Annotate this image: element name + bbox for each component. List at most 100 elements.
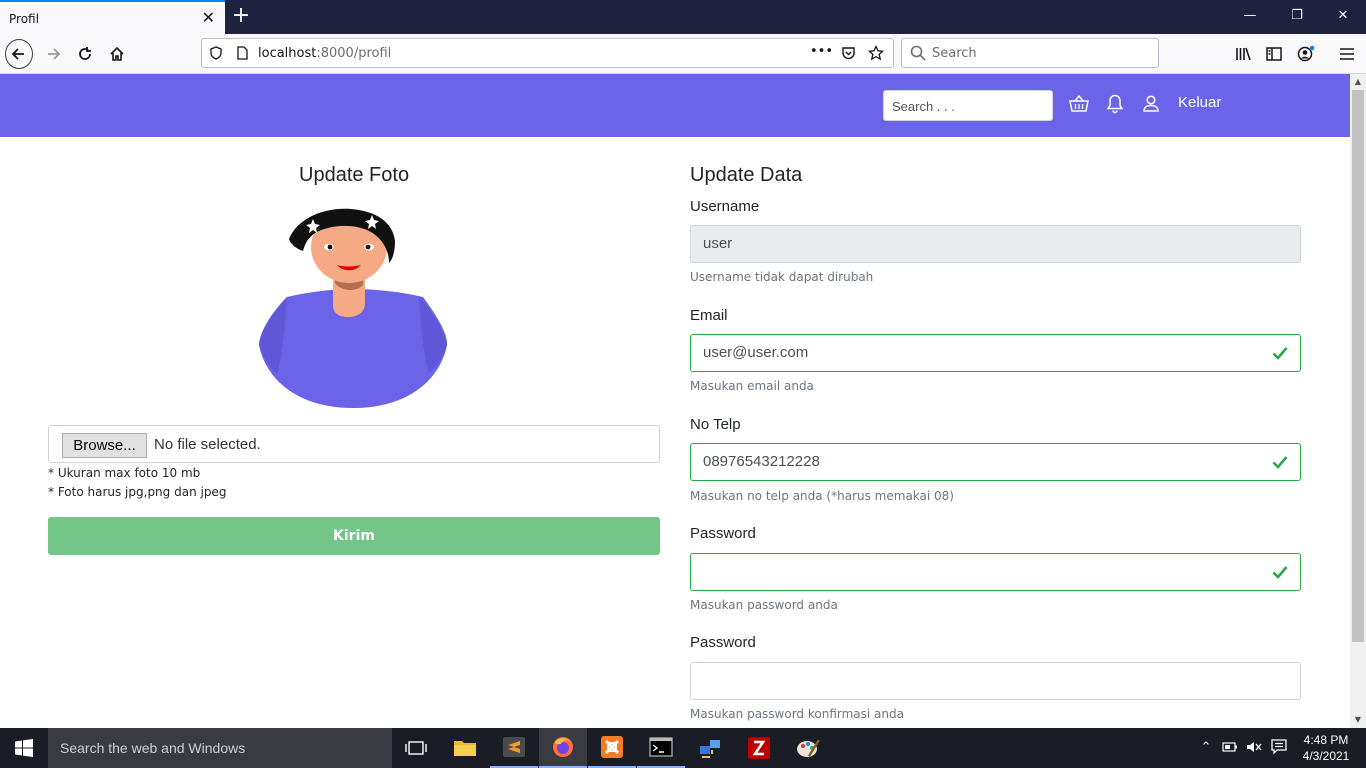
forward-button[interactable] bbox=[39, 40, 67, 68]
bell-icon[interactable] bbox=[1104, 93, 1126, 115]
firefox-icon bbox=[553, 737, 573, 757]
submit-photo-button[interactable]: Kirim bbox=[48, 517, 660, 555]
phone-value: 08976543212228 bbox=[703, 453, 820, 470]
page-actions-icon[interactable]: ••• bbox=[810, 44, 833, 59]
xampp-app[interactable] bbox=[588, 728, 636, 768]
tray-overflow-icon[interactable]: ⌃ bbox=[1197, 738, 1215, 756]
browser-nav-bar: localhost:8000/profil ••• Search bbox=[0, 34, 1366, 74]
back-button[interactable] bbox=[5, 39, 33, 69]
taskbar-search-box[interactable]: Search the web and Windows bbox=[48, 728, 392, 768]
tab-profil[interactable]: Profil ✕ bbox=[0, 0, 225, 34]
shield-icon[interactable] bbox=[209, 46, 223, 60]
terminal-icon bbox=[649, 737, 673, 757]
email-label: Email bbox=[690, 307, 728, 324]
username-input: user bbox=[690, 225, 1301, 263]
pocket-icon[interactable] bbox=[841, 46, 856, 61]
scroll-down-icon[interactable]: ▼ bbox=[1350, 712, 1366, 728]
home-button[interactable] bbox=[103, 40, 131, 68]
tab-title: Profil bbox=[9, 12, 39, 26]
reload-button[interactable] bbox=[71, 40, 99, 68]
paint-palette-icon bbox=[797, 739, 821, 757]
site-search-input[interactable]: Search . . . bbox=[883, 90, 1053, 121]
browse-button[interactable]: Browse... bbox=[62, 433, 147, 458]
task-view-button[interactable] bbox=[392, 728, 440, 768]
email-value: user@user.com bbox=[703, 344, 809, 361]
valid-check-icon bbox=[1272, 566, 1288, 579]
password-confirm-input[interactable] bbox=[690, 662, 1301, 700]
volume-muted-icon[interactable] bbox=[1245, 738, 1263, 756]
tab-close-icon[interactable]: ✕ bbox=[202, 8, 215, 28]
file-explorer-app[interactable] bbox=[441, 728, 489, 768]
sublime-text-app[interactable] bbox=[490, 728, 538, 768]
valid-check-icon bbox=[1272, 347, 1288, 360]
close-window-button[interactable]: ✕ bbox=[1333, 8, 1353, 24]
paint-app[interactable] bbox=[784, 728, 832, 768]
profile-avatar-image bbox=[259, 208, 448, 408]
network-app[interactable] bbox=[686, 728, 734, 768]
menu-button[interactable] bbox=[1333, 40, 1361, 68]
phone-label: No Telp bbox=[690, 416, 741, 433]
browser-tab-bar: Profil ✕ + — ❐ ✕ bbox=[0, 0, 1366, 34]
user-icon[interactable] bbox=[1140, 93, 1162, 115]
scrollbar-thumb[interactable] bbox=[1352, 90, 1364, 642]
sublime-text-icon bbox=[503, 737, 525, 757]
email-input[interactable]: user@user.com bbox=[690, 334, 1301, 372]
action-center-icon[interactable] bbox=[1270, 738, 1288, 756]
folder-icon bbox=[454, 741, 476, 756]
taskbar-clock[interactable]: 4:48 PM 4/3/2021 bbox=[1296, 732, 1356, 764]
bookmark-star-icon[interactable] bbox=[868, 45, 884, 61]
data-section-title: Update Data bbox=[690, 164, 803, 186]
windows-taskbar: Search the web and Windows ⌃ 4:48 PM 4/3… bbox=[0, 728, 1366, 768]
scroll-up-icon[interactable]: ▲ bbox=[1350, 74, 1366, 90]
firefox-app[interactable] bbox=[539, 728, 587, 768]
filezilla-icon bbox=[748, 737, 770, 759]
sidebar-button[interactable] bbox=[1260, 40, 1288, 68]
xampp-icon bbox=[601, 736, 623, 758]
address-bar[interactable]: localhost:8000/profil ••• bbox=[201, 38, 894, 68]
phone-input[interactable]: 08976543212228 bbox=[690, 443, 1301, 481]
photo-file-input[interactable]: Browse... No file selected. bbox=[48, 425, 660, 463]
clock-date: 4/3/2021 bbox=[1302, 749, 1350, 763]
valid-check-icon bbox=[1272, 456, 1288, 469]
taskbar-search-text: Search the web and Windows bbox=[60, 740, 246, 756]
logout-link[interactable]: Keluar bbox=[1178, 94, 1221, 111]
task-view-icon bbox=[405, 741, 427, 755]
email-help: Masukan email anda bbox=[690, 379, 814, 393]
battery-icon[interactable] bbox=[1221, 738, 1239, 756]
account-icon bbox=[1297, 45, 1315, 62]
photo-note-format: * Foto harus jpg,png dan jpeg bbox=[48, 485, 227, 499]
username-label: Username bbox=[690, 198, 760, 215]
page-icon bbox=[237, 46, 248, 60]
browser-search-box[interactable]: Search bbox=[901, 38, 1159, 68]
start-button[interactable] bbox=[0, 728, 48, 768]
photo-section-title: Update Foto bbox=[299, 164, 410, 186]
url-text[interactable]: localhost:8000/profil bbox=[258, 46, 391, 61]
filezilla-app[interactable] bbox=[735, 728, 783, 768]
clock-time: 4:48 PM bbox=[1303, 733, 1349, 747]
reload-icon bbox=[79, 47, 91, 60]
file-status-text: No file selected. bbox=[154, 436, 261, 453]
password-input[interactable] bbox=[690, 553, 1301, 591]
hamburger-menu-icon bbox=[1340, 48, 1354, 60]
phone-help: Masukan no telp anda (*harus memakai 08) bbox=[690, 489, 954, 503]
password-confirm-label: Password bbox=[690, 634, 756, 651]
password-label: Password bbox=[690, 525, 756, 542]
library-button[interactable] bbox=[1229, 40, 1257, 68]
browser-search-placeholder: Search bbox=[932, 46, 977, 61]
library-icon bbox=[1235, 47, 1251, 61]
search-icon bbox=[910, 45, 926, 61]
command-prompt-app[interactable] bbox=[637, 728, 685, 768]
account-button[interactable] bbox=[1292, 40, 1320, 68]
network-computers-icon bbox=[700, 740, 720, 758]
windows-logo-icon bbox=[15, 739, 33, 757]
back-arrow-icon bbox=[5, 39, 33, 69]
minimize-button[interactable]: — bbox=[1240, 8, 1260, 24]
site-header: Search . . . Keluar bbox=[0, 74, 1350, 137]
photo-note-size: * Ukuran max foto 10 mb bbox=[48, 466, 201, 480]
new-tab-button[interactable]: + bbox=[231, 3, 251, 29]
username-help: Username tidak dapat dirubah bbox=[690, 270, 874, 284]
restore-button[interactable]: ❐ bbox=[1287, 8, 1307, 24]
password-confirm-help: Masukan password konfirmasi anda bbox=[690, 707, 904, 721]
home-icon bbox=[110, 46, 124, 61]
basket-icon[interactable] bbox=[1068, 93, 1090, 115]
